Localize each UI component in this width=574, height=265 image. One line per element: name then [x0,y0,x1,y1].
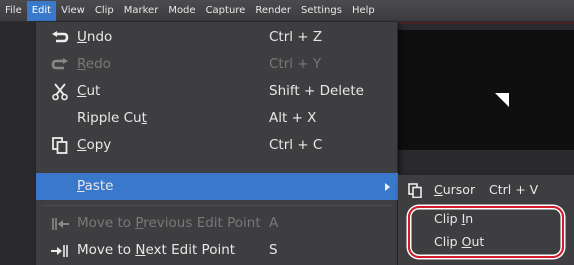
menubar-mode[interactable]: Mode [163,1,200,21]
shortcut-text: Ctrl + Z [269,29,323,45]
menu-separator [42,205,392,206]
menu-item-copy[interactable]: Copy Ctrl + C [36,132,398,159]
menubar-file[interactable]: File [0,1,27,21]
submenu-item-cursor[interactable]: Cursor Ctrl + V [398,178,574,202]
timeline-stripe [398,22,574,24]
shortcut-text: Ctrl + C [269,137,323,153]
menu-item-move-previous-edit-point[interactable]: Move to Previous Edit Point A [36,210,398,237]
menu-item-label: Undo [77,29,113,45]
menu-item-move-next-edit-point[interactable]: Move to Next Edit Point S [36,237,398,264]
shortcut-text: S [269,242,278,258]
menubar-help[interactable]: Help [347,1,380,21]
menu-item-undo[interactable]: Undo Ctrl + Z [36,24,398,51]
menubar-view[interactable]: View [56,1,90,21]
shortcut-text: Ctrl + V [489,182,539,197]
menu-item-label: Copy [77,137,112,153]
menu-item-label: Paste [77,178,114,194]
menu-item-label: Move to Next Edit Point [77,242,236,258]
submenu-arrow-icon [385,183,390,191]
undo-icon [49,24,71,51]
menubar-marker[interactable]: Marker [119,1,164,21]
menu-item-label: Ripple Cut [77,110,147,126]
previous-edit-point-icon [49,210,71,237]
menu-item-cut[interactable]: Cut Shift + Delete [36,78,398,105]
shortcut-text: A [269,215,279,231]
menubar-capture[interactable]: Capture [201,1,251,21]
highlight-callout [408,206,564,258]
redo-icon [49,51,71,78]
menu-item-label: Redo [77,56,111,72]
menu-item-paste[interactable]: Paste [36,173,398,200]
menu-item-ripple-cut[interactable]: Ripple Cut Alt + X [36,105,398,132]
preview-panel [398,30,574,150]
shortcut-text: Alt + X [269,110,317,126]
menu-item-label: Cut [77,83,101,99]
shortcut-text: Ctrl + Y [269,56,322,72]
copy-icon [49,132,71,159]
menu-item-redo[interactable]: Redo Ctrl + Y [36,51,398,78]
menu-item-label: Move to Previous Edit Point [77,215,261,231]
scissors-icon [49,78,71,105]
submenu-item-label: Cursor [434,182,476,197]
shortcut-text: Shift + Delete [269,83,364,99]
menubar: File Edit View Clip Marker Mode Capture … [0,0,574,22]
edit-menu: Undo Ctrl + Z Redo Ctrl + Y Cut Shift + … [36,22,398,265]
menubar-settings[interactable]: Settings [296,1,347,21]
corner-marker-icon [495,93,509,107]
menubar-clip[interactable]: Clip [90,1,119,21]
menubar-edit[interactable]: Edit [26,0,57,21]
menubar-render[interactable]: Render [250,1,296,21]
paste-cursor-icon [406,178,424,202]
next-edit-point-icon [49,237,71,264]
